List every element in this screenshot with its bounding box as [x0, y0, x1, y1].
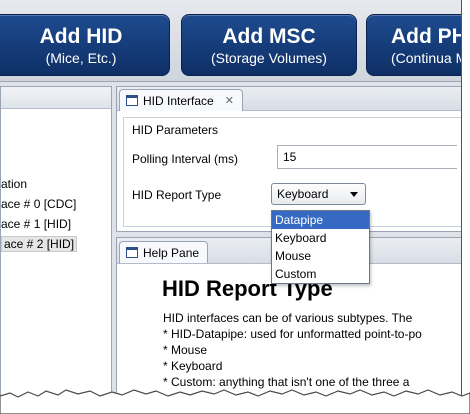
tree-item-interface-2[interactable]: ace # 2 [HID] — [1, 234, 78, 254]
window-icon — [126, 95, 138, 106]
add-hid-title: Add HID — [39, 25, 123, 48]
group-title: HID Parameters — [132, 123, 219, 137]
tab-label: Help Pane — [143, 245, 200, 260]
tab-help-pane[interactable]: Help Pane — [119, 241, 209, 263]
tree-item-label: ace # 0 [CDC] — [1, 197, 77, 211]
configuration-tree-panel: ation ace # 0 [CDC] ace # 1 [HID] ace # … — [0, 86, 112, 404]
add-phdc-title: Add PH — [391, 25, 462, 48]
add-hid-button[interactable]: Add HID (Mice, Etc.) — [0, 14, 170, 76]
polling-interval-field[interactable]: 15 — [277, 145, 457, 169]
dropdown-option-datapipe[interactable]: Datapipe — [272, 211, 369, 229]
dropdown-option-custom[interactable]: Custom — [272, 265, 369, 283]
dropdown-option-mouse[interactable]: Mouse — [272, 247, 369, 265]
report-type-dropdown-list: Datapipe Keyboard Mouse Custom — [271, 210, 370, 284]
tree-item-label: ace # 1 [HID] — [1, 217, 72, 231]
add-phdc-subtitle: (Continua M — [391, 50, 462, 66]
help-body: HID interfaces can be of various subtype… — [163, 310, 422, 390]
tree-panel-header — [1, 87, 111, 109]
hid-report-type-select[interactable]: Keyboard — [271, 183, 366, 205]
select-value: Keyboard — [277, 187, 329, 201]
tree-item-label: ace # 2 [HID] — [1, 236, 78, 252]
add-msc-subtitle: (Storage Volumes) — [211, 50, 327, 66]
tree-item-label: ation — [1, 177, 28, 191]
toolbar: Add HID (Mice, Etc.) Add MSC (Storage Vo… — [0, 0, 461, 82]
tab-hid-interface[interactable]: HID Interface ✕ — [119, 89, 243, 111]
tree-item-interface-0[interactable]: ace # 0 [CDC] — [1, 194, 77, 214]
dropdown-option-keyboard[interactable]: Keyboard — [272, 229, 369, 247]
add-msc-button[interactable]: Add MSC (Storage Volumes) — [181, 14, 357, 76]
add-msc-title: Add MSC — [222, 25, 316, 48]
help-line: * HID-Datapipe: used for unformatted poi… — [163, 327, 422, 341]
hid-tabbar: HID Interface ✕ — [117, 87, 461, 111]
add-hid-subtitle: (Mice, Etc.) — [45, 50, 117, 66]
torn-paper-edge — [0, 389, 470, 414]
tree-item-configuration[interactable]: ation — [1, 174, 77, 194]
tree-item-interface-1[interactable]: ace # 1 [HID] — [1, 214, 77, 234]
help-line: HID interfaces can be of various subtype… — [163, 311, 413, 325]
tab-label: HID Interface — [143, 93, 214, 108]
configuration-tree: ation ace # 0 [CDC] ace # 1 [HID] ace # … — [1, 174, 78, 254]
close-icon[interactable]: ✕ — [225, 91, 234, 111]
help-line: * Mouse — [163, 343, 208, 357]
window-icon — [126, 247, 138, 258]
help-line: * Keyboard — [163, 359, 223, 373]
polling-interval-label: Polling Interval (ms) — [132, 152, 239, 166]
dropdown-arrow-icon — [350, 192, 358, 197]
app-window: Add HID (Mice, Etc.) Add MSC (Storage Vo… — [0, 0, 462, 404]
hid-report-type-label: HID Report Type — [132, 188, 222, 202]
add-phdc-button[interactable]: Add PH (Continua M — [366, 14, 462, 76]
